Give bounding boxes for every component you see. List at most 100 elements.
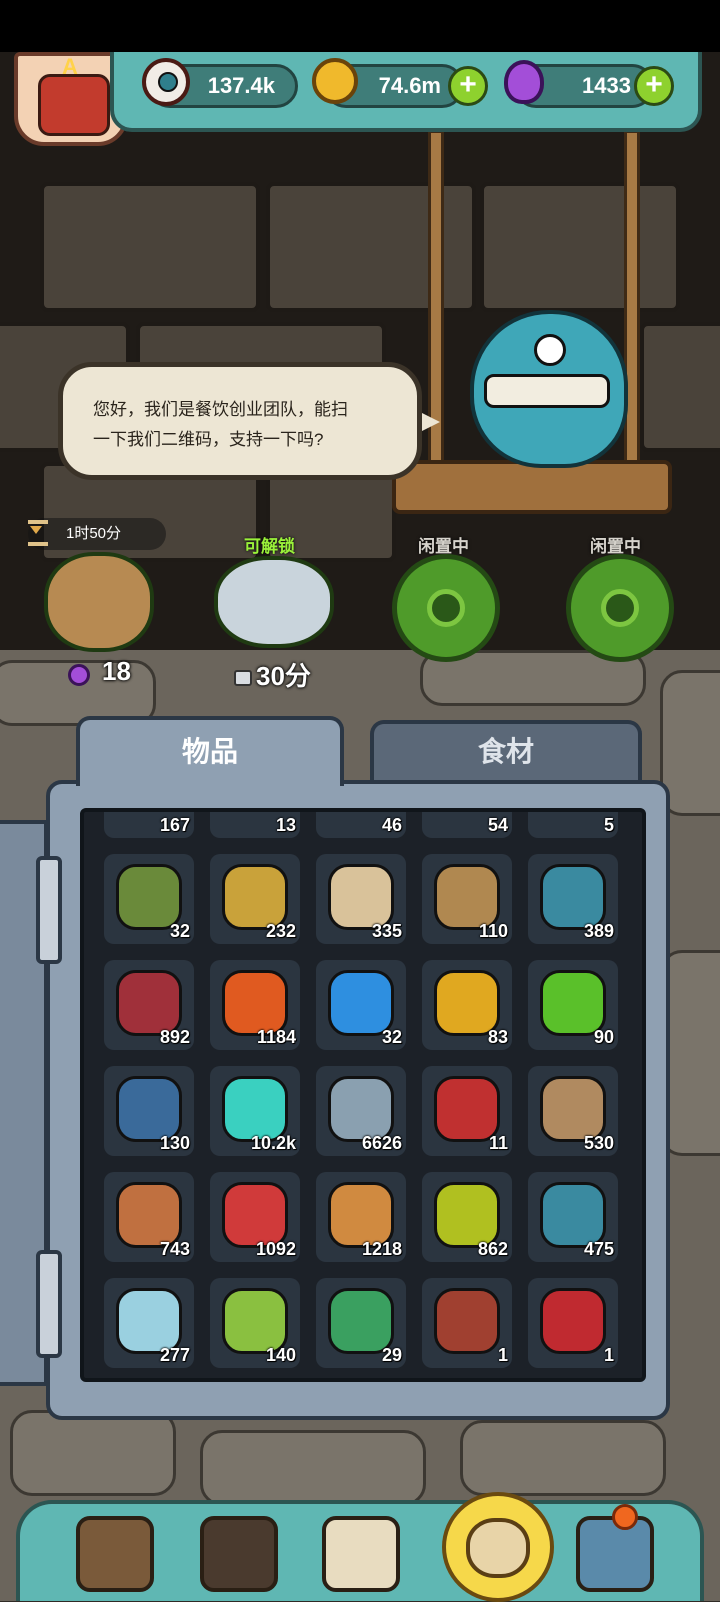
item-count: 475 bbox=[583, 1239, 614, 1259]
item-count: 13 bbox=[275, 815, 296, 835]
inventory-slot[interactable]: 277 bbox=[104, 1278, 194, 1368]
speech-bubble[interactable]: 您好，我们是餐饮创业团队，能扫 一下我们二维码，支持一下吗? bbox=[58, 362, 422, 480]
dialog-line-1: 您好，我们是餐饮创业团队，能扫 bbox=[93, 400, 348, 419]
item-count: 11 bbox=[488, 1133, 508, 1153]
slot-2-status: 可解锁 bbox=[244, 537, 295, 556]
door-hinge-top bbox=[36, 856, 62, 964]
inventory-panel: 167 13 46 54 5 32 232 335 110 389 892 1184 32 83 90 130… bbox=[46, 780, 670, 1420]
rank-letter: A bbox=[62, 54, 78, 79]
gold-value: 74.6m bbox=[378, 73, 441, 98]
slot-3-idle-gear-icon[interactable] bbox=[392, 554, 500, 662]
slot-4-idle-gear-icon[interactable] bbox=[566, 554, 674, 662]
item-count: 892 bbox=[159, 1027, 190, 1047]
tab-ingredients[interactable]: 食材 bbox=[370, 720, 642, 782]
collection-grid-icon[interactable] bbox=[576, 1516, 654, 1592]
item-icon bbox=[434, 1288, 500, 1354]
resource-bar: 137.4k 74.6m + 1433 + bbox=[110, 52, 702, 132]
inventory-slot[interactable]: 130 bbox=[104, 1066, 194, 1156]
bottom-nav bbox=[16, 1492, 704, 1602]
tab-items[interactable]: 物品 bbox=[76, 716, 344, 786]
inventory-slot[interactable]: 743 bbox=[104, 1172, 194, 1262]
item-count: 32 bbox=[381, 1027, 402, 1047]
item-count: 1092 bbox=[255, 1239, 296, 1259]
swing-rope-right bbox=[624, 130, 640, 470]
inventory-slot[interactable]: 46 bbox=[316, 812, 406, 838]
door-hinge-bottom bbox=[36, 1250, 62, 1358]
item-icon bbox=[540, 1288, 606, 1354]
item-count: 140 bbox=[265, 1345, 296, 1365]
eyeball-value: 137.4k bbox=[207, 73, 275, 98]
inventory-slot[interactable]: 5 bbox=[528, 812, 618, 838]
customer-monster[interactable] bbox=[470, 310, 628, 468]
dialog-line-2: 一下我们二维码，支持一下吗? bbox=[93, 430, 324, 449]
potion-value: 1433 bbox=[582, 73, 631, 98]
inventory-slot[interactable]: 1218 bbox=[316, 1172, 406, 1262]
add-gold-button[interactable]: + bbox=[448, 66, 488, 106]
inventory-slot[interactable]: 1092 bbox=[210, 1172, 300, 1262]
inventory-slot[interactable]: 83 bbox=[422, 960, 512, 1050]
inventory-slot[interactable]: 167 bbox=[104, 812, 194, 838]
inventory-slot[interactable]: 892 bbox=[104, 960, 194, 1050]
monster-hut-icon[interactable] bbox=[200, 1516, 278, 1592]
inventory-slot[interactable]: 862 bbox=[422, 1172, 512, 1262]
item-count: 862 bbox=[477, 1239, 508, 1259]
slot-2-creature[interactable] bbox=[214, 556, 334, 648]
inventory-slot[interactable]: 1 bbox=[528, 1278, 618, 1368]
inventory-slot[interactable]: 140 bbox=[210, 1278, 300, 1368]
inventory-slot[interactable]: 1184 bbox=[210, 960, 300, 1050]
item-count: 530 bbox=[583, 1133, 614, 1153]
slot-1-timer-label: 1时50分 bbox=[66, 525, 122, 542]
inventory-slot[interactable]: 6626 bbox=[316, 1066, 406, 1156]
item-count: 389 bbox=[583, 921, 614, 941]
recipe-book-icon[interactable] bbox=[322, 1516, 400, 1592]
item-bag-icon[interactable] bbox=[442, 1492, 554, 1602]
inventory-slot[interactable]: 1 bbox=[422, 1278, 512, 1368]
lock-icon bbox=[234, 670, 252, 686]
slot-1-creature[interactable] bbox=[44, 552, 154, 652]
inventory-slot[interactable]: 232 bbox=[210, 854, 300, 944]
purple-potion-icon bbox=[504, 60, 544, 104]
inventory-slot[interactable]: 32 bbox=[104, 854, 194, 944]
shop-icon[interactable] bbox=[76, 1516, 154, 1592]
item-count: 277 bbox=[159, 1345, 190, 1365]
slot-2-unlock-time: 30分 bbox=[256, 661, 311, 691]
item-count: 46 bbox=[381, 815, 402, 835]
item-count: 1218 bbox=[361, 1239, 402, 1259]
item-count: 83 bbox=[487, 1027, 508, 1047]
item-count: 130 bbox=[159, 1133, 190, 1153]
item-count: 6626 bbox=[361, 1133, 402, 1153]
inventory-slot[interactable]: 110 bbox=[422, 854, 512, 944]
inventory-slot[interactable]: 530 bbox=[528, 1066, 618, 1156]
inventory-slot[interactable]: 11 bbox=[422, 1066, 512, 1156]
inventory-slot[interactable]: 29 bbox=[316, 1278, 406, 1368]
slot-1-timer: 1时50分 bbox=[28, 518, 166, 550]
item-count: 743 bbox=[159, 1239, 190, 1259]
inventory-grid: 167 13 46 54 5 32 232 335 110 389 892 1184 32 83 90 130… bbox=[80, 808, 646, 1382]
item-count: 10.2k bbox=[250, 1133, 296, 1153]
gold-coin-icon bbox=[312, 58, 358, 104]
eyeball-icon bbox=[142, 58, 190, 106]
inventory-slot[interactable]: 335 bbox=[316, 854, 406, 944]
item-count: 167 bbox=[159, 815, 190, 835]
item-count: 1184 bbox=[256, 1027, 296, 1047]
inventory-slot[interactable]: 13 bbox=[210, 812, 300, 838]
add-potion-button[interactable]: + bbox=[634, 66, 674, 106]
item-count: 335 bbox=[371, 921, 402, 941]
item-count: 1 bbox=[603, 1345, 614, 1365]
slot-1-potion-icon bbox=[68, 664, 90, 686]
slot-1-reward: 18 bbox=[102, 656, 131, 686]
inventory-slot[interactable]: 389 bbox=[528, 854, 618, 944]
item-count: 1 bbox=[497, 1345, 508, 1365]
inventory-slot[interactable]: 32 bbox=[316, 960, 406, 1050]
notification-dot bbox=[612, 1504, 638, 1530]
item-count: 5 bbox=[603, 815, 614, 835]
inventory-slot[interactable]: 10.2k bbox=[210, 1066, 300, 1156]
inventory-slot[interactable]: 90 bbox=[528, 960, 618, 1050]
wooden-swing bbox=[392, 460, 672, 514]
inventory-slot[interactable]: 54 bbox=[422, 812, 512, 838]
item-count: 29 bbox=[381, 1345, 402, 1365]
item-count: 54 bbox=[487, 815, 508, 835]
inventory-slot[interactable]: 475 bbox=[528, 1172, 618, 1262]
item-count: 232 bbox=[265, 921, 296, 941]
item-count: 32 bbox=[169, 921, 190, 941]
